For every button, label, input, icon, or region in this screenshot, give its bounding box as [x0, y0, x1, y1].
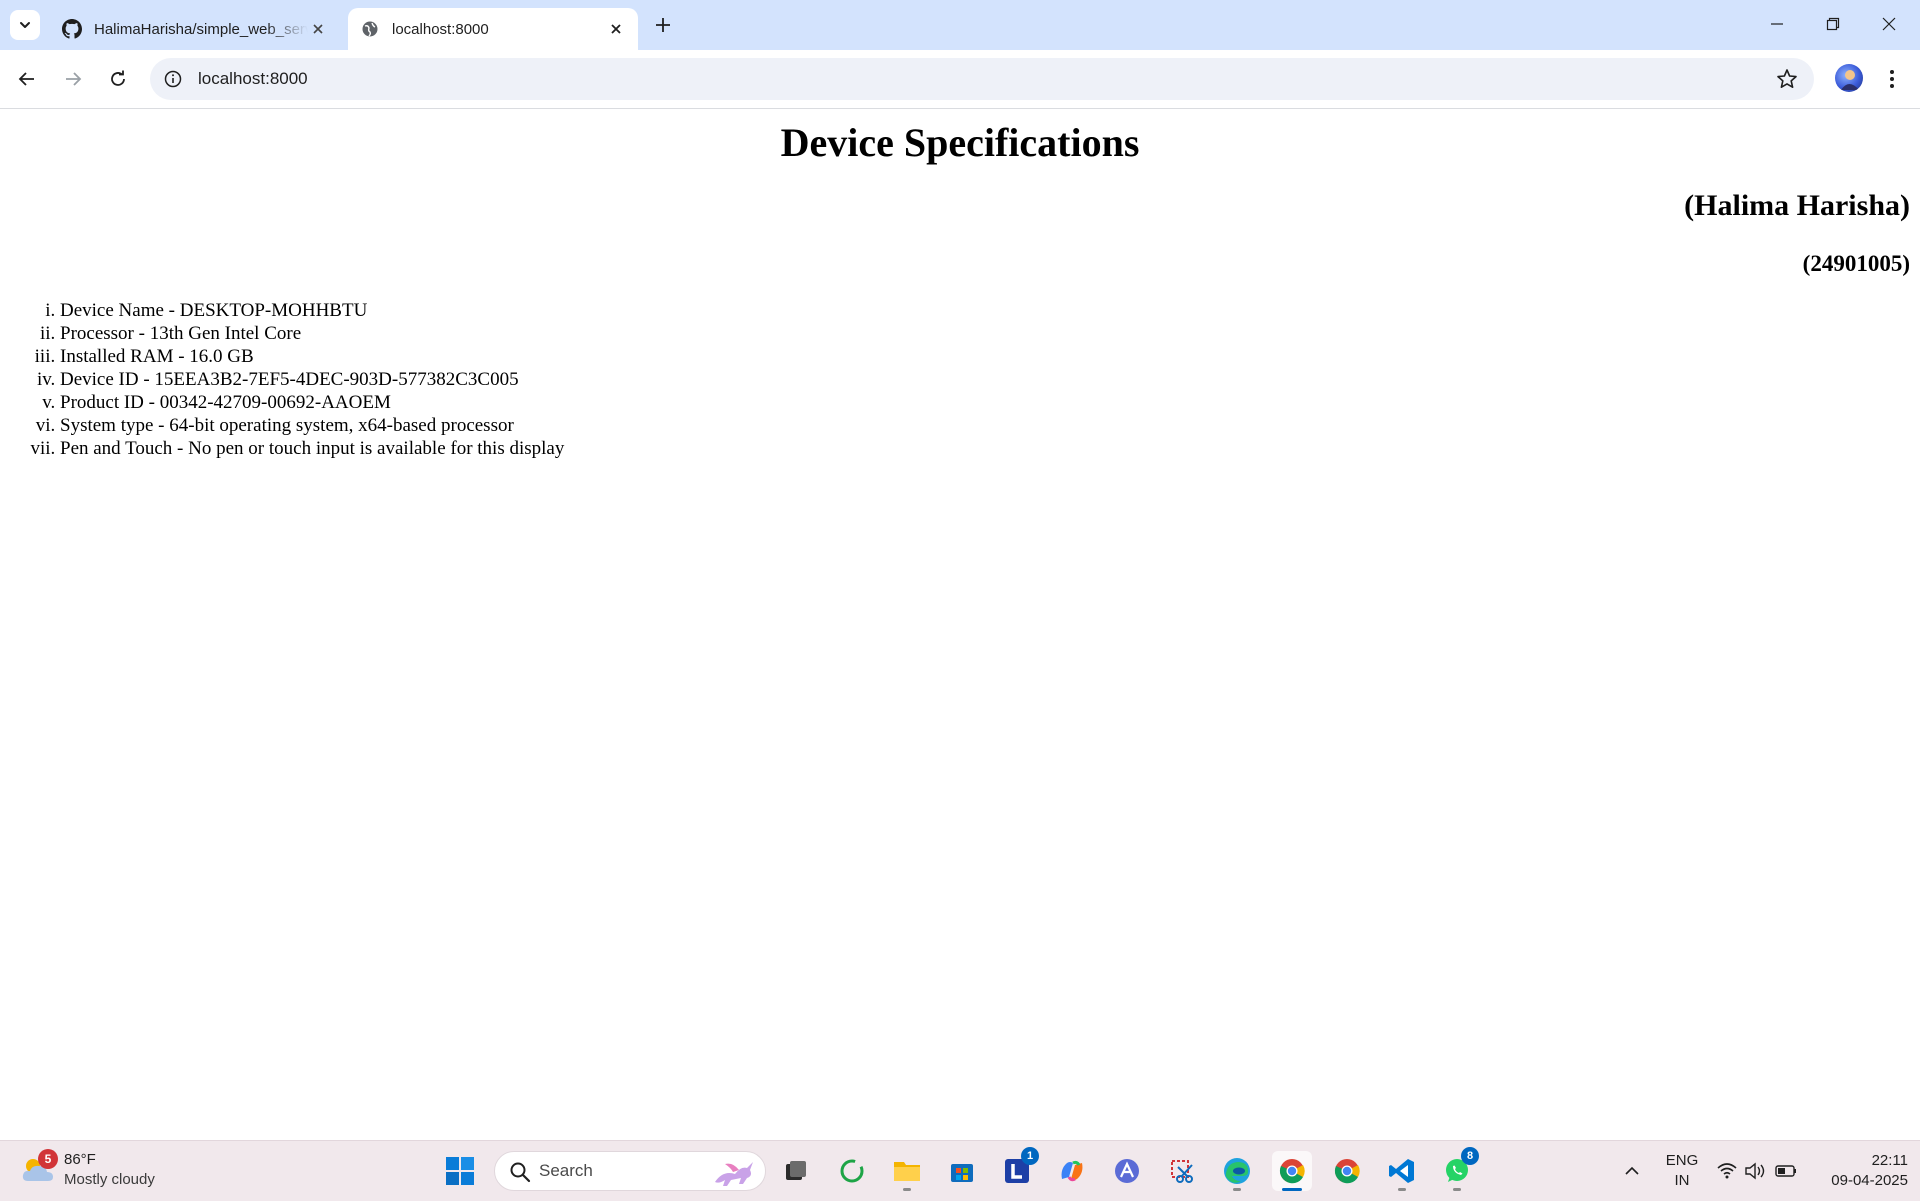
unicorn-highlight-icon	[715, 1162, 753, 1186]
spec-item-system-type: System type - 64-bit operating system, x…	[60, 414, 564, 437]
url-text[interactable]: localhost:8000	[198, 69, 308, 89]
page-viewport: Device Specifications (Halima Harisha) (…	[0, 109, 1920, 1140]
taskbar: 5 86°F Mostly cloudy Search 1 8 ENG IN 2…	[0, 1140, 1920, 1201]
region-code: IN	[1674, 1172, 1690, 1189]
notification-badge: 1	[1021, 1147, 1039, 1165]
new-tab-button[interactable]	[650, 12, 676, 38]
spec-item-ram: Installed RAM - 16.0 GB	[60, 345, 564, 368]
reload-button[interactable]	[103, 64, 133, 94]
whatsapp-icon[interactable]: 8	[1437, 1147, 1479, 1191]
language-code: ENG	[1665, 1152, 1699, 1169]
arrow-left-icon	[18, 72, 34, 86]
close-icon[interactable]	[308, 19, 328, 39]
author-name: (Halima Harisha)	[1684, 189, 1910, 222]
weather-condition: Mostly cloudy	[64, 1171, 155, 1188]
star-icon[interactable]	[1776, 68, 1798, 90]
volume-icon	[1745, 1162, 1765, 1180]
restore-button[interactable]	[1810, 6, 1856, 42]
tab-title: HalimaHarisha/simple_web_server	[94, 20, 308, 38]
microsoft-store-icon[interactable]	[942, 1151, 982, 1191]
more-vertical-icon	[1890, 70, 1894, 88]
tab-localhost[interactable]: localhost:8000	[348, 8, 638, 50]
profile-avatar[interactable]	[1835, 64, 1863, 92]
minimize-button[interactable]	[1754, 6, 1800, 42]
spec-item-device-id: Device ID - 15EEA3B2-7EF5-4DEC-903D-5773…	[60, 368, 564, 391]
reload-icon	[111, 70, 125, 86]
tab-github[interactable]: HalimaHarisha/simple_web_server	[50, 8, 340, 50]
notification-badge: 8	[1461, 1147, 1479, 1165]
back-button[interactable]	[12, 64, 42, 94]
file-explorer-icon[interactable]	[887, 1151, 927, 1191]
avatar-image-icon	[1841, 70, 1859, 90]
running-indicator	[1282, 1188, 1302, 1191]
tab-title: localhost:8000	[392, 20, 489, 38]
clock-time: 22:11	[1871, 1152, 1908, 1169]
globe-icon	[360, 19, 380, 39]
running-indicator	[1453, 1188, 1461, 1191]
clock-date: 09-04-2025	[1831, 1172, 1908, 1189]
chevron-down-icon	[20, 22, 30, 28]
clock[interactable]: 22:11 09-04-2025	[1812, 1151, 1908, 1191]
weather-alert-badge: 5	[38, 1149, 58, 1169]
wifi-icon	[1717, 1163, 1737, 1179]
snipping-tool-icon[interactable]	[1162, 1151, 1202, 1191]
running-indicator	[903, 1188, 911, 1191]
minimize-icon	[1771, 23, 1783, 25]
vscode-icon[interactable]	[1382, 1151, 1422, 1191]
input-language[interactable]: ENG IN	[1660, 1151, 1704, 1191]
info-icon[interactable]	[162, 68, 184, 90]
search-label: Search	[539, 1161, 593, 1180]
address-bar[interactable]: localhost:8000	[150, 58, 1814, 100]
arc-app-icon[interactable]	[1107, 1151, 1147, 1191]
spec-list: Device Name - DESKTOP-MOHHBTU Processor …	[0, 299, 564, 460]
chevron-up-icon[interactable]	[1620, 1159, 1644, 1183]
l-app-icon[interactable]: 1	[997, 1147, 1039, 1191]
spec-item-pen-touch: Pen and Touch - No pen or touch input is…	[60, 437, 564, 460]
edge-icon[interactable]	[1217, 1151, 1257, 1191]
close-window-button[interactable]	[1866, 6, 1912, 42]
spec-item-processor: Processor - 13th Gen Intel Core	[60, 322, 564, 345]
plus-icon	[656, 18, 670, 32]
github-icon	[62, 19, 82, 39]
weather-widget[interactable]: 5 86°F Mostly cloudy	[20, 1149, 190, 1193]
battery-icon	[1775, 1165, 1796, 1177]
close-icon	[1882, 17, 1896, 31]
page-title: Device Specifications	[780, 120, 1140, 165]
search-icon	[510, 1162, 531, 1183]
weather-temperature: 86°F	[64, 1151, 96, 1168]
task-view-icon[interactable]	[776, 1151, 816, 1191]
arrow-right-icon	[66, 72, 82, 86]
refresh-app-icon[interactable]	[832, 1151, 872, 1191]
chrome-icon[interactable]	[1327, 1151, 1367, 1191]
system-tray-icons[interactable]	[1714, 1159, 1802, 1183]
forward-button[interactable]	[58, 64, 88, 94]
copilot-icon[interactable]	[1052, 1151, 1092, 1191]
close-icon[interactable]	[606, 19, 626, 39]
running-indicator	[1233, 1188, 1241, 1191]
browser-toolbar: localhost:8000	[0, 50, 1920, 109]
tab-strip: HalimaHarisha/simple_web_server localhos…	[0, 0, 1920, 50]
spec-item-device-name: Device Name - DESKTOP-MOHHBTU	[60, 299, 564, 322]
chrome-active-icon[interactable]	[1272, 1151, 1312, 1191]
browser-menu-button[interactable]	[1880, 64, 1904, 94]
windows-start-icon[interactable]	[444, 1155, 476, 1187]
running-indicator	[1398, 1188, 1406, 1191]
restore-icon	[1826, 17, 1840, 31]
taskbar-search[interactable]: Search	[494, 1151, 766, 1191]
roll-number: (24901005)	[1802, 251, 1910, 276]
tab-search-button[interactable]	[10, 10, 40, 40]
spec-item-product-id: Product ID - 00342-42709-00692-AAOEM	[60, 391, 564, 414]
